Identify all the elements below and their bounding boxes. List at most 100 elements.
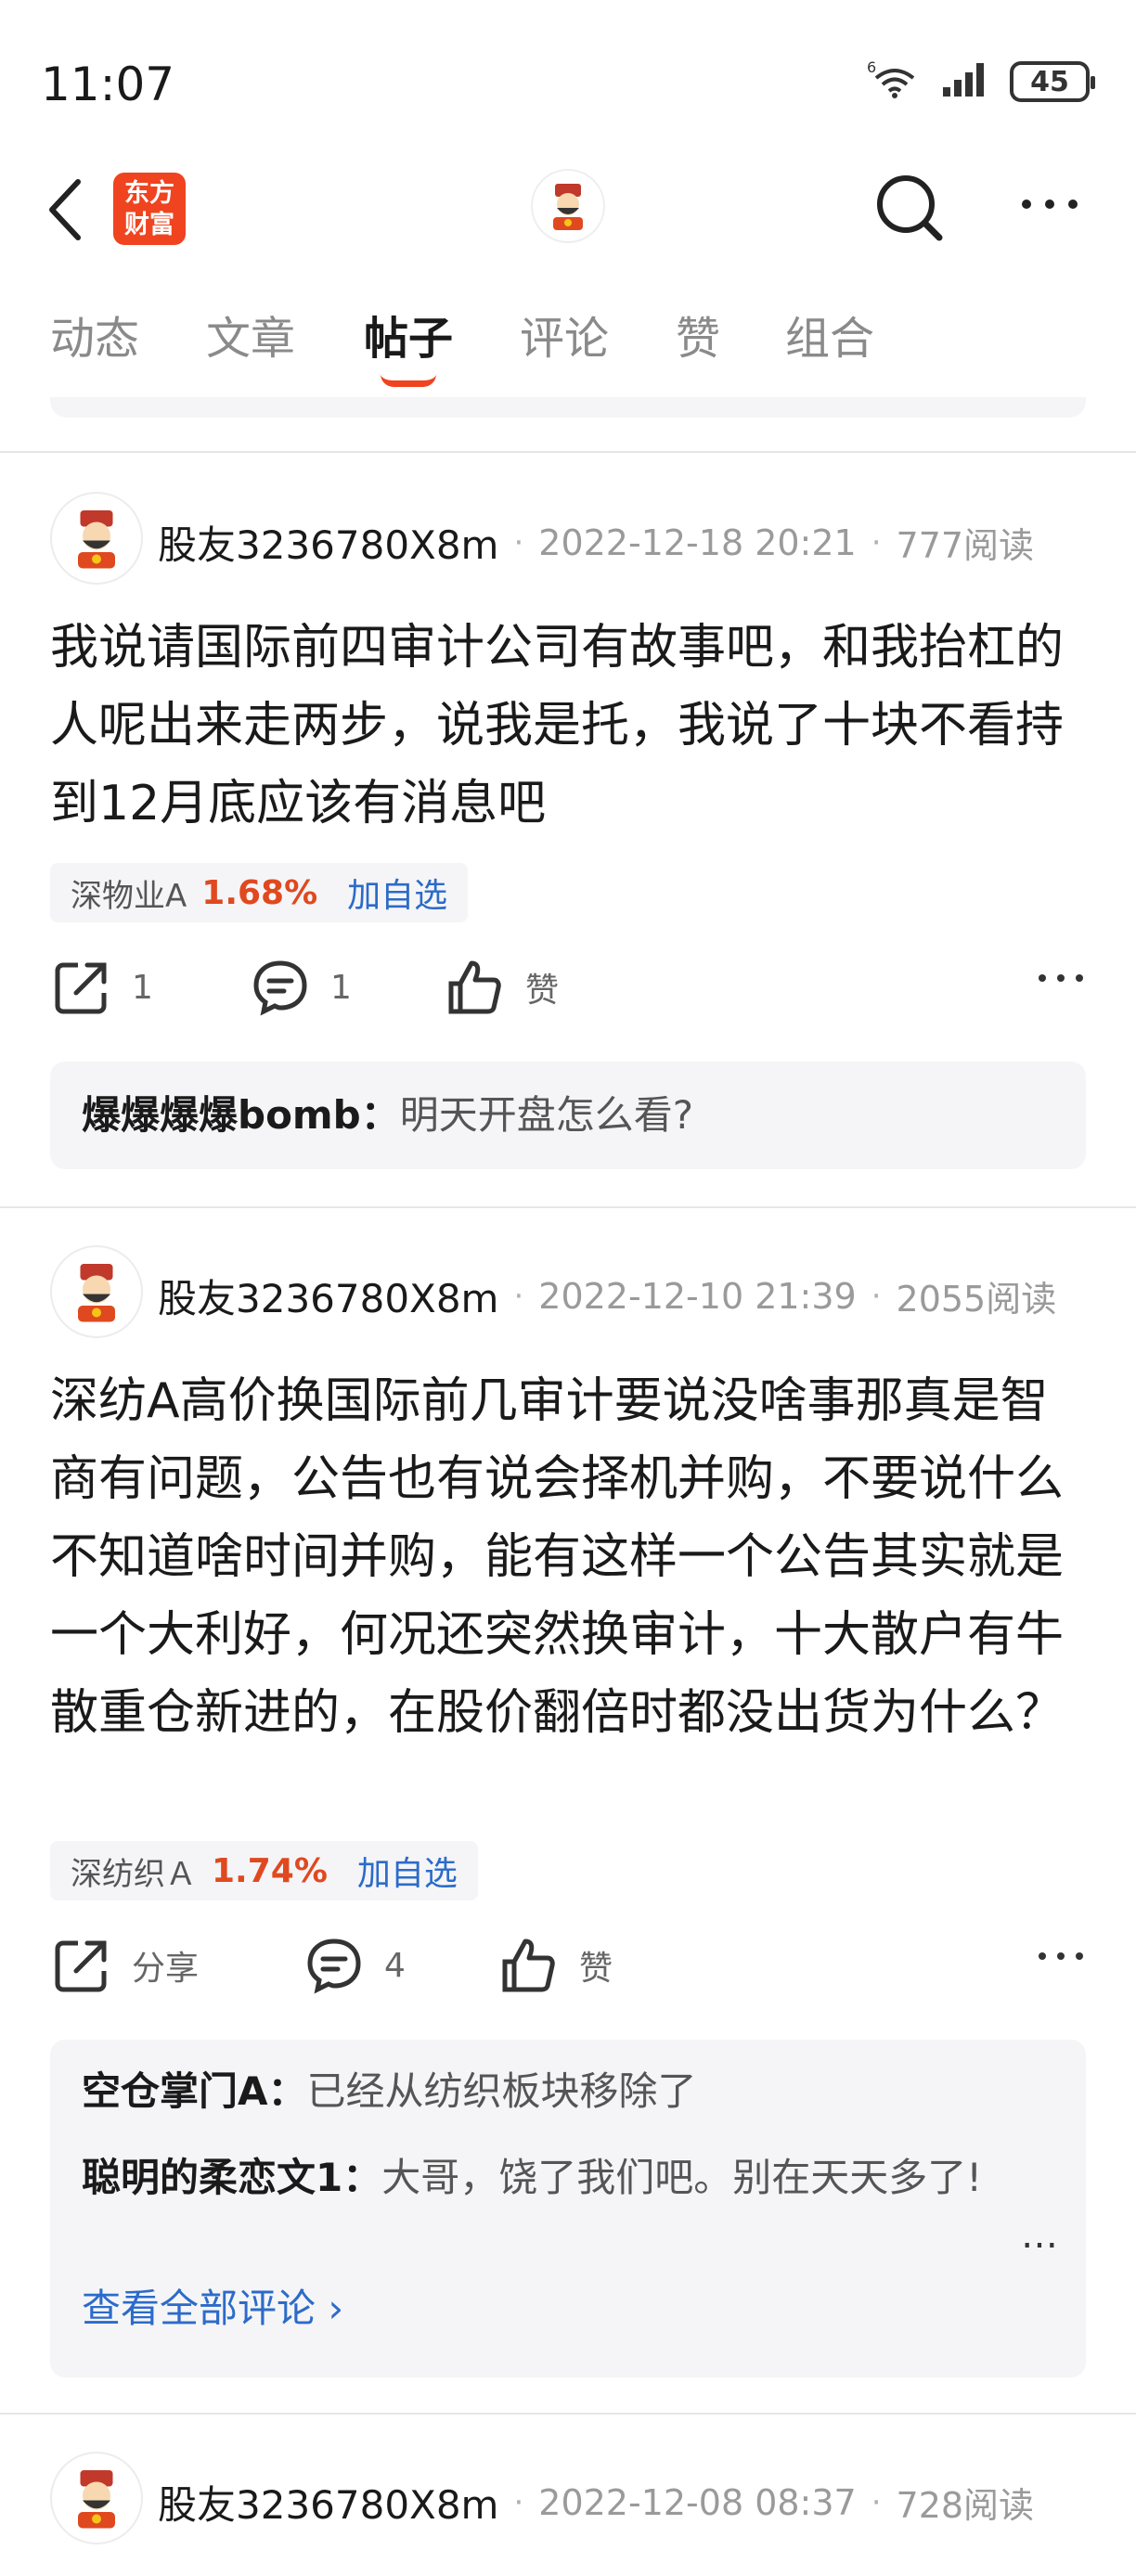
- comment-preview-box[interactable]: 爆爆爆爆bomb：明天开盘怎么看?: [50, 1062, 1086, 1169]
- meta-separator: ·: [871, 1277, 882, 1315]
- share-label: 分享: [132, 1950, 200, 1988]
- author-name[interactable]: 股友3236780X8m: [158, 2474, 498, 2531]
- stock-change: 1.74%: [212, 1851, 328, 1890]
- tab-articles[interactable]: 文章: [206, 302, 295, 367]
- post-divider: [0, 2413, 1136, 2415]
- post-divider: [0, 451, 1136, 453]
- comment-icon: [253, 960, 307, 1016]
- stock-change: 1.68%: [201, 873, 318, 912]
- author-avatar[interactable]: [50, 492, 143, 585]
- stock-name: 深纺织Ａ: [71, 1855, 197, 1893]
- comment-button[interactable]: 1: [251, 958, 352, 1017]
- share-icon: [55, 1940, 107, 1992]
- battery-indicator: 45: [1010, 61, 1095, 102]
- more-icon: [1039, 1952, 1083, 1960]
- logo-line-1: 东方: [124, 179, 174, 208]
- add-watchlist-button[interactable]: 加自选: [357, 1847, 458, 1895]
- tab-portfolio[interactable]: 组合: [785, 302, 874, 367]
- comment-author[interactable]: 爆爆爆爆bomb: [82, 1092, 361, 1138]
- post-meta: 股友3236780X8m · 2022-12-08 08:37 · 728阅读: [158, 2474, 1034, 2531]
- author-name[interactable]: 股友3236780X8m: [158, 1268, 498, 1324]
- comment-preview[interactable]: 聪明的柔恋文1：大哥，饶了我们吧。别在天天多了!: [82, 2147, 1010, 2209]
- share-button[interactable]: 分享: [52, 1936, 199, 1995]
- comment-button[interactable]: 4: [304, 1936, 406, 1995]
- app-logo: 东方 财富: [113, 173, 186, 245]
- meta-separator: ·: [513, 1277, 524, 1315]
- post-date: 2022-12-08 08:37: [538, 2481, 857, 2523]
- tab-likes[interactable]: 赞: [676, 302, 720, 367]
- comment-count: 1: [330, 968, 352, 1007]
- comment-count: 4: [384, 1946, 406, 1985]
- tab-comments[interactable]: 评论: [520, 302, 609, 367]
- active-tab-indicator: [381, 374, 436, 387]
- add-watchlist-button[interactable]: 加自选: [347, 869, 447, 917]
- profile-avatar[interactable]: [531, 169, 605, 243]
- post-meta: 股友3236780X8m · 2022-12-10 21:39 · 2055阅读: [158, 1268, 1056, 1324]
- comment-text: 明天开盘怎么看?: [399, 1092, 694, 1138]
- previous-comment-box-edge: [50, 397, 1086, 418]
- read-count: 2055阅读: [896, 1279, 1057, 1320]
- post-more-button[interactable]: [1036, 971, 1086, 988]
- cell-signal-icon: [941, 61, 989, 102]
- post-actions: 1 1 赞: [0, 958, 1136, 1032]
- caishen-avatar-icon: [553, 184, 583, 230]
- status-bar: 11:07 6 45: [0, 0, 1136, 158]
- like-button[interactable]: 赞: [499, 1936, 613, 1995]
- back-button[interactable]: [43, 173, 89, 251]
- caishen-avatar-icon: [78, 2470, 115, 2529]
- tab-posts[interactable]: 帖子: [364, 302, 453, 367]
- like-label: 赞: [525, 972, 560, 1010]
- author-name[interactable]: 股友3236780X8m: [158, 514, 498, 571]
- comment-author[interactable]: 空仓掌门A: [82, 2068, 268, 2114]
- more-icon: [1022, 200, 1078, 209]
- comment-icon: [307, 1938, 361, 1994]
- meta-separator: ·: [871, 2483, 882, 2521]
- comment-preview-box[interactable]: 空仓掌门A：已经从纺织板块移除了 聪明的柔恋文1：大哥，饶了我们吧。别在天天多了…: [50, 2040, 1086, 2377]
- caishen-avatar-icon: [78, 510, 115, 569]
- top-nav: 东方 财富: [0, 158, 1136, 260]
- comment-text: 大哥，饶了我们吧。别在天天多了!: [381, 2155, 983, 2200]
- status-time: 11:07: [41, 58, 175, 111]
- post-divider: [0, 1206, 1136, 1208]
- tab-dynamic[interactable]: 动态: [50, 302, 139, 367]
- stock-tag[interactable]: 深纺织Ａ 1.74% 加自选: [50, 1841, 478, 1900]
- colon: ：: [360, 1092, 400, 1138]
- author-avatar[interactable]: [50, 1245, 143, 1338]
- post-content[interactable]: 我说请国际前四审计公司有故事吧，和我抬杠的人呢出来走两步，说我是托，我说了十块不…: [50, 609, 1086, 843]
- share-icon: [55, 962, 107, 1014]
- colon: ：: [342, 2155, 382, 2200]
- share-button[interactable]: 1: [52, 958, 153, 1017]
- read-count: 777阅读: [896, 525, 1035, 566]
- post-date: 2022-12-10 21:39: [538, 1275, 857, 1317]
- author-avatar[interactable]: [50, 2452, 143, 2544]
- comment-text: 已经从纺织板块移除了: [306, 2068, 697, 2114]
- post-actions: 分享 4 赞: [0, 1936, 1136, 2010]
- view-all-comments-link[interactable]: 查看全部评论 ›: [82, 2277, 343, 2334]
- logo-line-2: 财富: [124, 211, 174, 239]
- stock-name: 深物业A: [71, 877, 187, 915]
- back-arrow-icon: [49, 179, 81, 240]
- profile-tabs: 动态 文章 帖子 评论 赞 组合: [0, 302, 1136, 404]
- comment-preview[interactable]: 空仓掌门A：已经从纺织板块移除了: [82, 2062, 1047, 2121]
- post-more-button[interactable]: [1036, 1949, 1086, 1966]
- thumbs-up-icon: [448, 960, 501, 1014]
- like-label: 赞: [579, 1950, 613, 1988]
- comment-author[interactable]: 聪明的柔恋文1: [82, 2155, 342, 2200]
- signal-badge: 6: [867, 59, 876, 76]
- caishen-avatar-icon: [78, 1264, 115, 1322]
- stock-tag[interactable]: 深物业A 1.68% 加自选: [50, 863, 469, 922]
- post-date: 2022-12-18 20:21: [538, 522, 857, 563]
- read-count: 728阅读: [896, 2485, 1035, 2526]
- system-icons: 6 45: [865, 58, 1095, 104]
- wifi-icon: 6: [865, 58, 921, 104]
- like-button[interactable]: 赞: [445, 958, 559, 1017]
- more-button[interactable]: [1017, 195, 1082, 217]
- colon: ：: [267, 2068, 307, 2114]
- search-icon: [877, 175, 943, 241]
- share-count: 1: [132, 968, 153, 1007]
- search-button[interactable]: [872, 171, 947, 249]
- thumbs-up-icon: [502, 1938, 555, 1992]
- post-content[interactable]: 深纺A高价换国际前几审计要说没啥事那真是智商有问题，公告也有说会择机并购，不要说…: [50, 1362, 1086, 1752]
- comment-preview[interactable]: 爆爆爆爆bomb：明天开盘怎么看?: [82, 1086, 1047, 1145]
- post-meta: 股友3236780X8m · 2022-12-18 20:21 · 777阅读: [158, 514, 1034, 571]
